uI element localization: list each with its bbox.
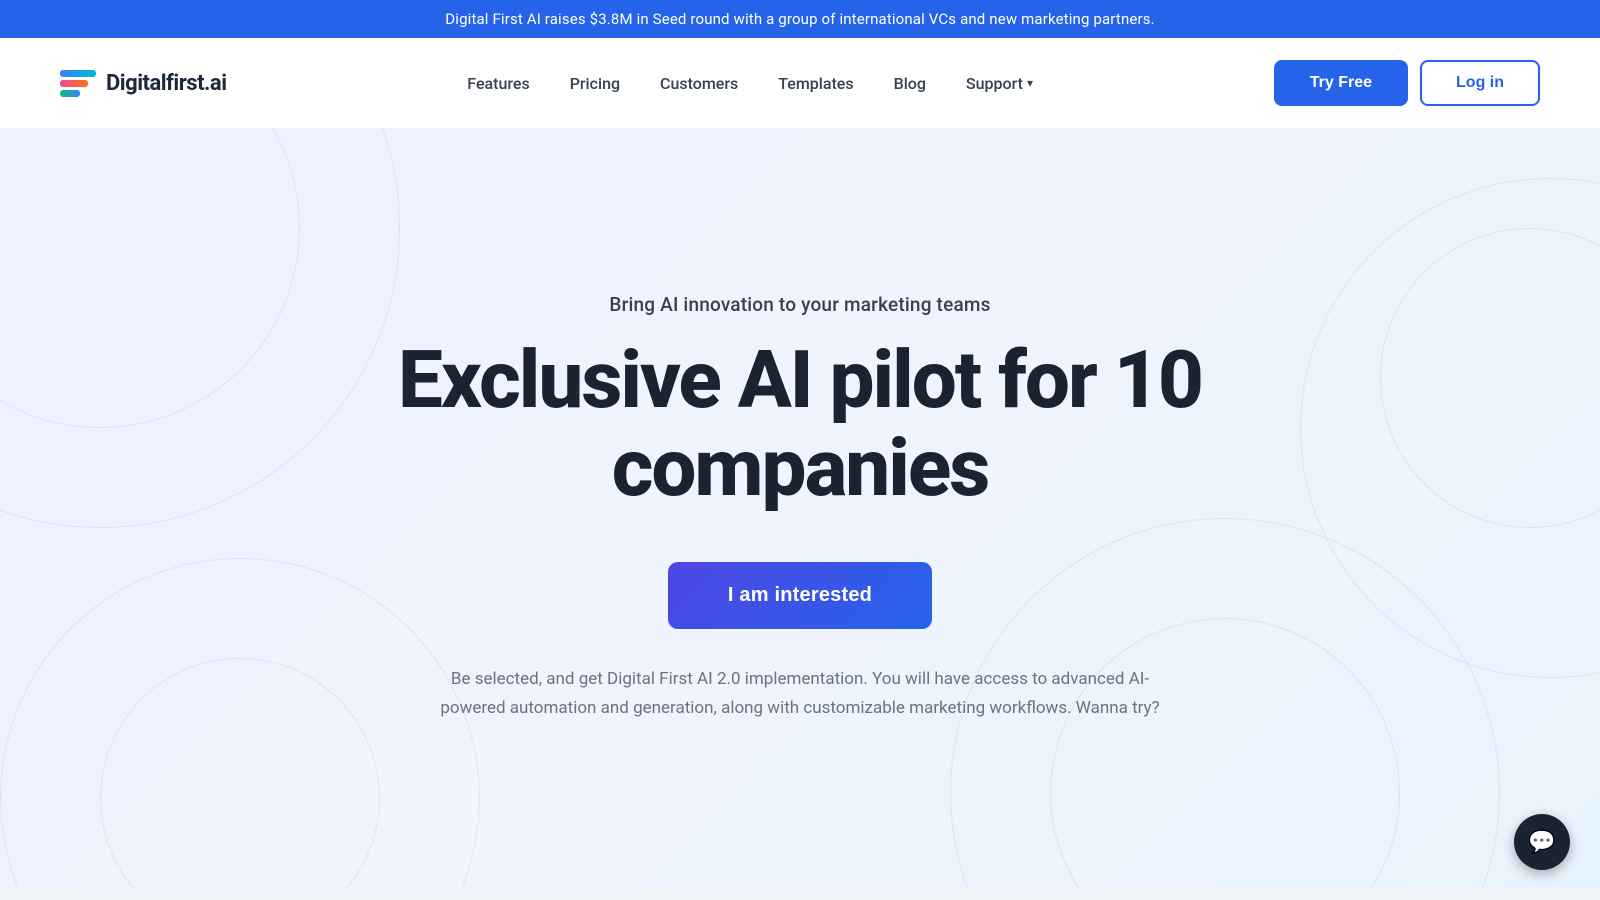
bg-circle-7 (100, 658, 380, 888)
announcement-banner: Digital First AI raises $3.8M in Seed ro… (0, 0, 1600, 38)
hero-subtitle: Bring AI innovation to your marketing te… (609, 293, 990, 316)
nav-link-blog[interactable]: Blog (894, 74, 926, 93)
chevron-down-icon: ▾ (1027, 76, 1033, 90)
nav-link-support[interactable]: Support ▾ (966, 74, 1033, 93)
login-button[interactable]: Log in (1420, 60, 1540, 106)
nav-links: Features Pricing Customers Templates Blo… (467, 74, 1033, 93)
chat-widget-button[interactable]: 💬 (1514, 814, 1570, 870)
announcement-text: Digital First AI raises $3.8M in Seed ro… (445, 10, 1154, 28)
logo-icon (60, 65, 96, 101)
logo-bar-3 (60, 90, 80, 97)
bg-circle-8 (0, 558, 480, 888)
interested-button[interactable]: I am interested (668, 562, 932, 629)
hero-description: Be selected, and get Digital First AI 2.… (440, 665, 1160, 723)
logo-bar-2 (60, 80, 88, 87)
hero-section: Bring AI innovation to your marketing te… (0, 128, 1600, 888)
bg-circle-3 (1050, 618, 1400, 888)
bg-circle-5 (1380, 228, 1600, 528)
try-free-button[interactable]: Try Free (1274, 60, 1408, 106)
hero-title: Exclusive AI pilot for 10 companies (250, 336, 1350, 512)
logo-text: Digitalfirst.ai (106, 71, 227, 96)
nav-buttons: Try Free Log in (1274, 60, 1540, 106)
nav-link-templates[interactable]: Templates (778, 74, 853, 93)
logo-bar-1 (60, 70, 96, 77)
logo[interactable]: Digitalfirst.ai (60, 65, 227, 101)
navbar: Digitalfirst.ai Features Pricing Custome… (0, 38, 1600, 128)
nav-link-pricing[interactable]: Pricing (570, 74, 620, 93)
nav-link-customers[interactable]: Customers (660, 74, 738, 93)
chat-icon: 💬 (1528, 830, 1555, 855)
nav-link-features[interactable]: Features (467, 74, 529, 93)
